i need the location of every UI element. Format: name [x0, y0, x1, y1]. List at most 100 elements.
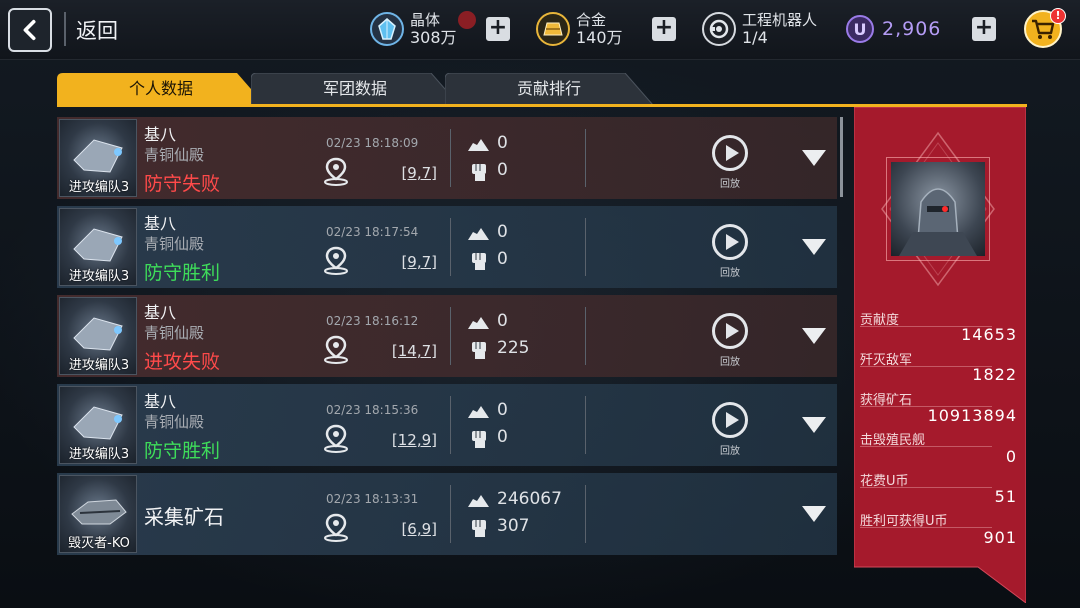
- kill-value: 0: [497, 249, 508, 269]
- stat-value: 14653: [961, 325, 1017, 344]
- crystal-icon: [370, 12, 404, 46]
- player-name: 基八: [144, 214, 177, 233]
- ucoin-value: 2,906: [882, 18, 942, 40]
- ore-value: 246067: [497, 489, 562, 509]
- divider: [450, 396, 451, 454]
- alloy-name: 合金: [576, 11, 607, 29]
- fist-icon: [472, 253, 486, 270]
- location-pin-icon: [324, 513, 348, 542]
- alloy-value: 140万: [576, 28, 623, 47]
- stat-divider: [860, 446, 992, 447]
- location-pin-icon: [324, 246, 348, 275]
- location-pin-icon: [324, 335, 348, 364]
- coordinate-link[interactable]: [14,7]: [377, 342, 437, 360]
- replay-label: 回放: [720, 179, 740, 190]
- replay-button[interactable]: [712, 402, 748, 438]
- ore-value: 0: [497, 222, 508, 242]
- coordinate-link[interactable]: [9,7]: [377, 164, 437, 182]
- cart-badge: !: [1050, 8, 1066, 24]
- chevron-down-icon[interactable]: [802, 417, 826, 433]
- replay-icon: [726, 323, 739, 339]
- battle-result: 防守失败: [144, 173, 221, 195]
- ship-icon: [73, 317, 123, 351]
- fleet-label: 毁灭者-KO: [68, 536, 130, 551]
- back-button[interactable]: [8, 8, 52, 52]
- tab-contribution-ranking[interactable]: 贡献排行: [445, 73, 653, 105]
- ore-value: 0: [497, 400, 508, 420]
- add-alloy-button[interactable]: +: [652, 17, 676, 41]
- replay-button[interactable]: [712, 313, 748, 349]
- battle-row: 进攻编队3 基八 青铜仙殿 防守胜利 02/23 18:17:54 [9,7] …: [57, 206, 837, 288]
- commander-avatar-icon: [899, 188, 977, 256]
- battle-row: 进攻编队3 基八 青铜仙殿 防守胜利 02/23 18:15:36 [12,9]…: [57, 384, 837, 466]
- robot-value: 1/4: [742, 28, 768, 47]
- kill-value: 225: [497, 338, 530, 358]
- fleet-label: 进攻编队3: [68, 447, 130, 462]
- list-scrollbar[interactable]: [840, 117, 843, 197]
- battle-row: 进攻编队3 基八 青铜仙殿 进攻失败 02/23 18:16:12 [14,7]…: [57, 295, 837, 377]
- stat-value: 10913894: [927, 406, 1017, 425]
- mission-name: 采集矿石: [144, 505, 224, 529]
- crystal-name: 晶体: [410, 11, 441, 29]
- guild-name: 青铜仙殿: [144, 235, 205, 253]
- divider: [585, 307, 586, 365]
- battle-result: 防守胜利: [144, 262, 221, 284]
- replay-icon: [726, 145, 739, 161]
- guild-name: 青铜仙殿: [144, 413, 205, 431]
- back-label[interactable]: 返回: [76, 15, 118, 45]
- battle-log-list[interactable]: 进攻编队3 基八 青铜仙殿 防守失败 02/23 18:18:09 [9,7] …: [57, 117, 847, 603]
- fleet-label: 进攻编队3: [68, 269, 130, 284]
- notification-dot: [458, 11, 476, 29]
- add-ucoin-button[interactable]: +: [972, 17, 996, 41]
- ship-icon: [73, 228, 123, 262]
- back-arrow-icon: [23, 19, 36, 41]
- fist-icon: [472, 520, 486, 537]
- replay-button[interactable]: [712, 224, 748, 260]
- ship-icon: [71, 499, 127, 525]
- ore-icon: [468, 317, 489, 329]
- top-bar: 返回 晶体 308万 + 合金 140万 + 工程机器人 1/4 U 2,906…: [0, 0, 1080, 60]
- divider: [450, 307, 451, 365]
- crystal-value: 308万: [410, 28, 457, 47]
- chevron-down-icon[interactable]: [802, 150, 826, 166]
- fleet-thumbnail: 进攻编队3: [59, 386, 137, 464]
- tab-label: 军团数据: [322, 79, 387, 98]
- divider: [450, 129, 451, 187]
- kill-value: 307: [497, 516, 530, 536]
- replay-icon: [726, 412, 739, 428]
- replay-button[interactable]: [712, 135, 748, 171]
- kill-value: 0: [497, 427, 508, 447]
- coordinate-link[interactable]: [6,9]: [377, 520, 437, 538]
- avatar[interactable]: [891, 162, 985, 256]
- battle-result: 进攻失败: [144, 351, 221, 373]
- chevron-down-icon[interactable]: [802, 506, 826, 522]
- robot-icon: [702, 12, 736, 46]
- battle-result: 防守胜利: [144, 440, 221, 462]
- timestamp: 02/23 18:17:54: [326, 225, 419, 239]
- add-crystal-button[interactable]: +: [486, 17, 510, 41]
- fleet-thumbnail: 进攻编队3: [59, 119, 137, 197]
- coordinate-link[interactable]: [12,9]: [377, 431, 437, 449]
- player-name: 基八: [144, 392, 177, 411]
- ore-icon: [468, 406, 489, 418]
- robot-resource: 工程机器人 1/4: [702, 6, 817, 52]
- battle-row: 进攻编队3 基八 青铜仙殿 防守失败 02/23 18:18:09 [9,7] …: [57, 117, 837, 199]
- chevron-down-icon[interactable]: [802, 239, 826, 255]
- replay-label: 回放: [720, 446, 740, 457]
- timestamp: 02/23 18:15:36: [326, 403, 419, 417]
- divider: [585, 396, 586, 454]
- top-divider: [64, 12, 66, 46]
- tab-personal-data[interactable]: 个人数据: [57, 73, 265, 105]
- mining-row: 毁灭者-KO 采集矿石 02/23 18:13:31 [6,9] 246067 …: [57, 473, 837, 555]
- ucoin-resource: U 2,906: [846, 6, 941, 52]
- tab-legion-data[interactable]: 军团数据: [251, 73, 459, 105]
- timestamp: 02/23 18:13:31: [326, 492, 419, 506]
- divider: [585, 129, 586, 187]
- ore-value: 0: [497, 311, 508, 331]
- coordinate-link[interactable]: [9,7]: [377, 253, 437, 271]
- chevron-down-icon[interactable]: [802, 328, 826, 344]
- player-name: 基八: [144, 125, 177, 144]
- tab-label: 贡献排行: [516, 79, 581, 98]
- replay-icon: [726, 234, 739, 250]
- replay-label: 回放: [720, 357, 740, 368]
